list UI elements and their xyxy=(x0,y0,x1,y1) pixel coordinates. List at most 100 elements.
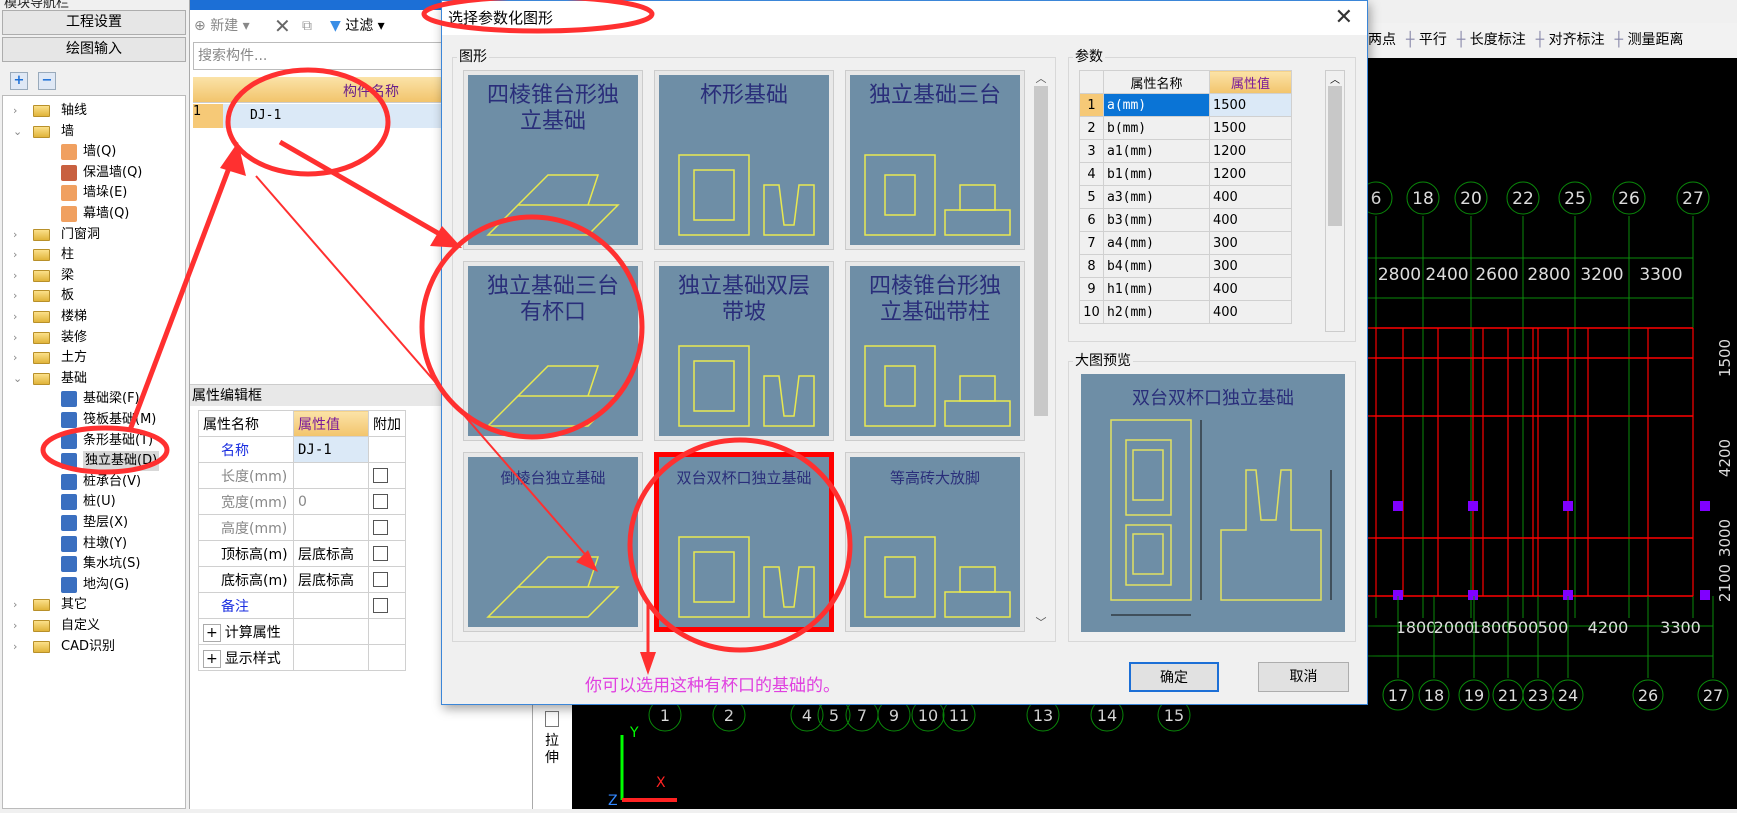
shape-thumbnail[interactable]: 独立基础三台 xyxy=(845,70,1025,250)
param-row[interactable]: 3 a1(mm) 1200 xyxy=(1079,139,1292,163)
tree-item[interactable]: 墙垛(E) xyxy=(3,183,183,203)
param-value[interactable]: 400 xyxy=(1209,277,1292,301)
expand-icon[interactable]: + xyxy=(203,623,221,642)
new-button[interactable]: ⊕ 新建 ▾ xyxy=(194,12,250,40)
params-scrollbar[interactable]: ︿ xyxy=(1325,70,1345,332)
tree-item[interactable]: 基础梁(F) xyxy=(3,389,183,409)
param-row[interactable]: 8 b4(mm) 300 xyxy=(1079,254,1292,278)
cancel-button[interactable]: 取消 xyxy=(1258,662,1349,692)
param-value[interactable]: 1200 xyxy=(1209,139,1292,163)
tree-item[interactable]: 桩(U) xyxy=(3,492,183,512)
chevron-right-icon[interactable]: › xyxy=(13,101,23,121)
shape-thumbnail[interactable]: 倒棱台独立基础 xyxy=(463,452,643,632)
tree-item[interactable]: 集水坑(S) xyxy=(3,554,183,574)
cad-canvas[interactable]: 6 18 20 22 25 26 27 2800 2400 2600 2800 3200 3300 180… xyxy=(1359,58,1737,809)
extra-checkbox[interactable] xyxy=(373,494,388,509)
param-value[interactable]: 1500 xyxy=(1209,93,1292,117)
property-row[interactable]: 名称 DJ-1 xyxy=(198,436,406,463)
tree-item[interactable]: › 柱 xyxy=(3,245,183,265)
param-value[interactable]: 1200 xyxy=(1209,162,1292,186)
stretch-button[interactable]: 拉伸 xyxy=(545,733,561,767)
cad-tool-button[interactable]: ┼ 平行 xyxy=(1406,32,1447,48)
property-row[interactable]: + 计算属性 xyxy=(198,618,406,645)
extra-checkbox[interactable] xyxy=(373,598,388,613)
param-row[interactable]: 1 a(mm) 1500 xyxy=(1079,93,1292,117)
extra-checkbox[interactable] xyxy=(373,520,388,535)
delete-icon[interactable]: ✕ xyxy=(274,12,291,40)
tree-item[interactable]: 桩承台(V) xyxy=(3,472,183,492)
tree-item[interactable]: › 轴线 xyxy=(3,101,183,121)
cad-tool-button[interactable]: ┼ 长度标注 xyxy=(1457,32,1526,48)
tree-item[interactable]: › 自定义 xyxy=(3,616,183,636)
shape-thumbnail[interactable]: 四棱锥台形独立基础带柱 xyxy=(845,261,1025,441)
tree-item[interactable]: › 门窗洞 xyxy=(3,225,183,245)
param-row[interactable]: 9 h1(mm) 400 xyxy=(1079,277,1292,301)
property-value[interactable] xyxy=(293,592,369,619)
tree-item[interactable]: 墙(Q) xyxy=(3,142,183,162)
chevron-right-icon[interactable]: › xyxy=(13,225,23,245)
tree-item[interactable]: › CAD识别 xyxy=(3,637,183,657)
tree-item[interactable]: 幕墙(Q) xyxy=(3,204,183,224)
tree-item[interactable]: › 装修 xyxy=(3,328,183,348)
property-row[interactable]: + 显示样式 xyxy=(198,644,406,671)
property-value[interactable]: 层底标高 xyxy=(293,540,369,567)
property-row[interactable]: 顶标高(m) 层底标高 xyxy=(198,540,406,567)
property-row[interactable]: 备注 xyxy=(198,592,406,619)
chevron-right-icon[interactable]: › xyxy=(13,286,23,306)
shape-thumbnail[interactable]: 双台双杯口独立基础 xyxy=(654,452,834,632)
tree-item[interactable]: › 板 xyxy=(3,286,183,306)
tree-item[interactable]: ⌄ 基础 xyxy=(3,369,183,389)
property-value[interactable] xyxy=(293,618,369,645)
tree-item[interactable]: 条形基础(T) xyxy=(3,431,183,451)
param-row[interactable]: 4 b1(mm) 1200 xyxy=(1079,162,1292,186)
chevron-right-icon[interactable]: › xyxy=(13,307,23,327)
chevron-right-icon[interactable]: › xyxy=(13,266,23,286)
tree-item[interactable]: › 其它 xyxy=(3,595,183,615)
tree-item[interactable]: 柱墩(Y) xyxy=(3,534,183,554)
param-value[interactable]: 400 xyxy=(1209,208,1292,232)
tree-item[interactable]: 垫层(X) xyxy=(3,513,183,533)
tree-item[interactable]: 独立基础(D) xyxy=(3,451,183,472)
property-row[interactable]: 长度(mm) xyxy=(198,462,406,489)
expand-all-button[interactable]: + xyxy=(10,72,28,90)
shape-thumbnail[interactable]: 独立基础双层带坡 xyxy=(654,261,834,441)
shape-thumbnail[interactable]: 四棱锥台形独立基础 xyxy=(463,70,643,250)
property-value[interactable]: 层底标高 xyxy=(293,566,369,593)
cad-tool-button[interactable]: ┼ 测量距离 xyxy=(1615,32,1684,48)
chevron-right-icon[interactable]: › xyxy=(13,637,23,657)
close-icon[interactable]: ✕ xyxy=(1335,5,1353,31)
tree-item[interactable]: › 土方 xyxy=(3,348,183,368)
search-component-input[interactable]: 搜索构件... xyxy=(193,42,443,70)
property-value[interactable]: 0 xyxy=(293,488,369,515)
property-row[interactable]: 高度(mm) xyxy=(198,514,406,541)
param-value[interactable]: 1500 xyxy=(1209,116,1292,140)
chevron-right-icon[interactable]: › xyxy=(13,328,23,348)
tree-item[interactable]: 筏板基础(M) xyxy=(3,410,183,430)
collapse-all-button[interactable]: − xyxy=(38,72,56,90)
chevron-right-icon[interactable]: › xyxy=(13,245,23,265)
table-row[interactable]: 1 DJ-1 xyxy=(193,104,443,128)
scrollbar-thumb[interactable] xyxy=(1328,86,1342,226)
drawing-input-button[interactable]: 绘图输入 xyxy=(2,37,186,62)
project-settings-button[interactable]: 工程设置 xyxy=(2,10,186,35)
param-row[interactable]: 7 a4(mm) 300 xyxy=(1079,231,1292,255)
shapes-scrollbar[interactable]: ︿ ﹀ xyxy=(1031,70,1051,630)
cad-tool-button[interactable]: 两点 xyxy=(1368,32,1396,48)
chevron-down-icon[interactable]: ⌄ xyxy=(13,122,23,142)
param-row[interactable]: 2 b(mm) 1500 xyxy=(1079,116,1292,140)
expand-icon[interactable]: + xyxy=(203,649,221,668)
chevron-right-icon[interactable]: › xyxy=(13,348,23,368)
shape-thumbnail[interactable]: 杯形基础 xyxy=(654,70,834,250)
param-value[interactable]: 300 xyxy=(1209,254,1292,278)
property-row[interactable]: 底标高(m) 层底标高 xyxy=(198,566,406,593)
copy-icon[interactable]: ⧉ xyxy=(302,12,312,40)
extra-checkbox[interactable] xyxy=(373,572,388,587)
tree-item[interactable]: 保温墙(Q) xyxy=(3,163,183,183)
extra-checkbox[interactable] xyxy=(373,546,388,561)
property-value[interactable]: DJ-1 xyxy=(293,436,369,463)
param-value[interactable]: 300 xyxy=(1209,231,1292,255)
chevron-right-icon[interactable]: › xyxy=(13,595,23,615)
tree-item[interactable]: › 楼梯 xyxy=(3,307,183,327)
param-value[interactable]: 400 xyxy=(1209,185,1292,209)
property-value[interactable] xyxy=(293,644,369,671)
